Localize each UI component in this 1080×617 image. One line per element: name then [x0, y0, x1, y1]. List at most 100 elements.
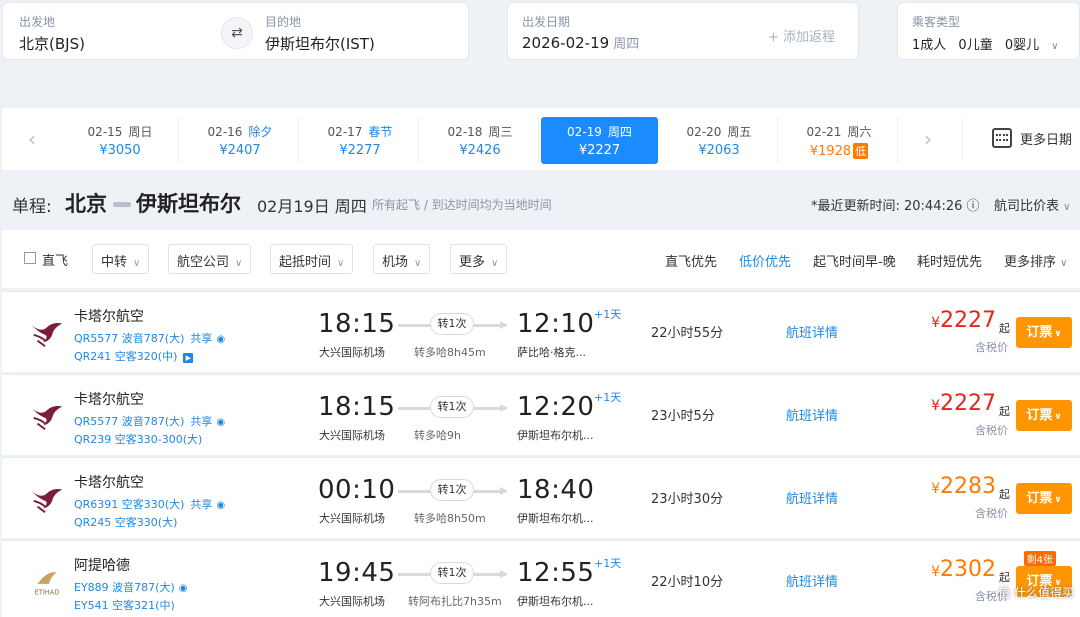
airline-name: 卡塔尔航空 [74, 392, 144, 408]
flight-detail-link[interactable]: 航班详情 [786, 405, 838, 424]
search-bar: 出发地 北京(BJS) ⇄ 目的地 伊斯坦布尔(IST) 出发日期 2026-0… [0, 0, 1080, 92]
next-dates-icon[interactable]: › [898, 108, 958, 170]
flight-row[interactable]: 卡塔尔航空 QR5577 波音787(大) 共享 ◉ QR241 空客320(中) ▶ 18… [2, 291, 1080, 372]
flight-number-2[interactable]: QR245 空客330(大) [74, 514, 177, 530]
pax-label: 乘客类型 [912, 15, 961, 29]
arrival-time: 18:40 [517, 475, 595, 505]
date-strip: ‹ 02-15 周日 ¥3050 02-16 除夕 ¥2407 02-17 春节 ¥2277 02… [2, 108, 1080, 170]
next-day-badge: +1天 [594, 557, 622, 570]
sort-direct[interactable]: 直飞优先 [665, 251, 717, 270]
flight-number-1[interactable]: QR5577 波音787(大) 共享 ◉ [74, 413, 225, 429]
date-cell-date: 02-15 周日 [62, 123, 178, 140]
flight-number-2[interactable]: QR239 空客330-300(大) [74, 431, 202, 447]
weekday-text: 周五 [727, 125, 752, 139]
price: ¥2227 [931, 391, 996, 416]
time-dropdown[interactable]: 起抵时间 ∨ [270, 244, 354, 274]
share-tag: 共享 [190, 498, 213, 511]
swap-icon[interactable]: ⇄ [221, 17, 253, 49]
to-city: 伊斯坦布尔 [136, 192, 241, 216]
date-text: 02-20 [686, 125, 722, 139]
book-button[interactable]: 订票 ∨ [1016, 400, 1072, 431]
date-cell-date: 02-21 周六 [781, 123, 897, 140]
weekday-text: 周三 [488, 125, 513, 139]
book-label: 订票 [1026, 408, 1053, 423]
duration: 22小时55分 [651, 326, 724, 341]
pax-adult: 1成人 [912, 38, 947, 53]
date-cell[interactable]: 02-16 除夕 ¥2407 [182, 117, 299, 163]
to-field[interactable]: 伊斯坦布尔(IST) [265, 33, 375, 54]
low-price-badge: 低 [853, 143, 869, 159]
sort-duration[interactable]: 耗时短优先 [917, 251, 982, 270]
sort-departure-time[interactable]: 起飞时间早-晚 [813, 251, 896, 270]
price-text: ¥3050 [99, 143, 141, 158]
departure-airport: 大兴国际机场 [319, 512, 385, 525]
flight-number-text: QR239 空客330-300(大) [74, 433, 203, 446]
sort-lowest-price[interactable]: 低价优先 [739, 251, 791, 270]
arrival-airport: 伊斯坦布尔机... [517, 512, 594, 525]
flight-number-1[interactable]: EY889 波音787(大) ◉ [74, 579, 187, 595]
airport-dropdown[interactable]: 机场 ∨ [373, 244, 431, 274]
book-button[interactable]: 订票 ∨ [1016, 483, 1072, 514]
compare-link[interactable]: 航司比价表 ∨ [994, 195, 1070, 214]
pax-infant: 0婴儿 [1004, 38, 1040, 53]
transfer-dropdown[interactable]: 中转 ∨ [92, 244, 150, 274]
flight-number-2[interactable]: QR241 空客320(中) ▶ [74, 348, 194, 364]
direct-label[interactable]: 直飞 [42, 250, 68, 269]
airline-dropdown[interactable]: 航空公司 ∨ [168, 244, 252, 274]
date-field[interactable]: 2026-02-19 周四 [522, 33, 639, 52]
flight-detail-link[interactable]: 航班详情 [786, 571, 838, 590]
flight-row[interactable]: 卡塔尔航空 QR5577 波音787(大) 共享 ◉ QR239 空客330-300(大… [2, 374, 1080, 455]
price-text: ¥2227 [578, 143, 621, 158]
more-dates-button[interactable]: 更多日期 [991, 128, 1072, 148]
chevron-down-icon: ∨ [491, 258, 499, 269]
date-text: 02-19 [567, 125, 602, 139]
departure-time: 18:15 [318, 309, 396, 339]
date-cell-price: ¥2063 [661, 143, 777, 158]
sort-more[interactable]: 更多排序 ∨ [1004, 251, 1067, 270]
flight-row[interactable]: ETIHAD 阿提哈德 EY889 波音787(大) ◉ EY541 空客321(中) 1… [2, 540, 1080, 617]
calendar-icon [991, 128, 1012, 148]
date-cell[interactable]: 02-20 周五 ¥2063 [661, 117, 778, 163]
date-text: 02-21 [806, 125, 842, 139]
date-cell[interactable]: 02-21 周六 ¥1928 低 [781, 117, 898, 163]
price-from-label: 起 [999, 322, 1010, 335]
from-field[interactable]: 北京(BJS) [19, 33, 85, 54]
price-text: ¥1928 [809, 144, 852, 159]
date-cell[interactable]: 02-17 春节 ¥2277 [302, 117, 419, 163]
date-cell-price: ¥3050 [62, 143, 178, 158]
price-value: 2302 [940, 557, 996, 582]
book-button[interactable]: 订票 ∨ [1016, 317, 1072, 348]
date-cell[interactable]: 02-18 周三 ¥2426 [422, 117, 539, 163]
seats-left-badge: 剩4张 [1023, 551, 1056, 566]
weekday-text: 周四 [607, 125, 632, 139]
route-card[interactable]: 出发地 北京(BJS) ⇄ 目的地 伊斯坦布尔(IST) [2, 2, 469, 60]
more-label: 更多 [459, 255, 486, 270]
flight-number-2[interactable]: EY541 空客321(中) [74, 597, 175, 613]
date-cell[interactable]: 02-19 周四 ¥2227 [541, 117, 658, 164]
date-card[interactable]: 出发日期 2026-02-19 周四 + 添加返程 [507, 2, 859, 60]
flight-number-1[interactable]: QR5577 波音787(大) 共享 ◉ [74, 330, 225, 346]
flight-detail-link[interactable]: 航班详情 [786, 488, 838, 507]
flight-detail-link[interactable]: 航班详情 [786, 322, 838, 341]
qatar-logo-icon [28, 397, 66, 435]
from-label: 出发地 [19, 15, 56, 29]
pax-field[interactable]: 1成人 0儿童 0婴儿 ∨ [912, 34, 1059, 53]
chevron-down-icon: ∨ [414, 258, 422, 269]
book-label: 订票 [1026, 325, 1053, 340]
flight-row[interactable]: 卡塔尔航空 QR6391 空客330(大) 共享 ◉ QR245 空客330(大) 00:… [2, 457, 1080, 538]
date-cell[interactable]: 02-15 周日 ¥3050 [62, 117, 179, 163]
date-cell-date: 02-19 周四 [541, 123, 658, 140]
date-label: 出发日期 [522, 15, 571, 29]
prev-dates-icon[interactable]: ‹ [2, 108, 62, 170]
departure-time: 18:15 [318, 392, 396, 422]
currency-symbol: ¥ [931, 564, 940, 580]
more-filters-dropdown[interactable]: 更多 ∨ [450, 244, 508, 274]
wifi-icon: ◉ [216, 334, 226, 345]
flight-number-1[interactable]: QR6391 空客330(大) 共享 ◉ [74, 496, 225, 512]
sort-more-label: 更多排序 [1004, 255, 1057, 270]
add-return-button[interactable]: + 添加返程 [768, 26, 835, 45]
next-day-badge: +1天 [594, 391, 622, 404]
date-text: 02-17 [327, 125, 363, 139]
direct-checkbox[interactable] [24, 252, 36, 264]
passenger-card[interactable]: 乘客类型 1成人 0儿童 0婴儿 ∨ [897, 2, 1080, 60]
